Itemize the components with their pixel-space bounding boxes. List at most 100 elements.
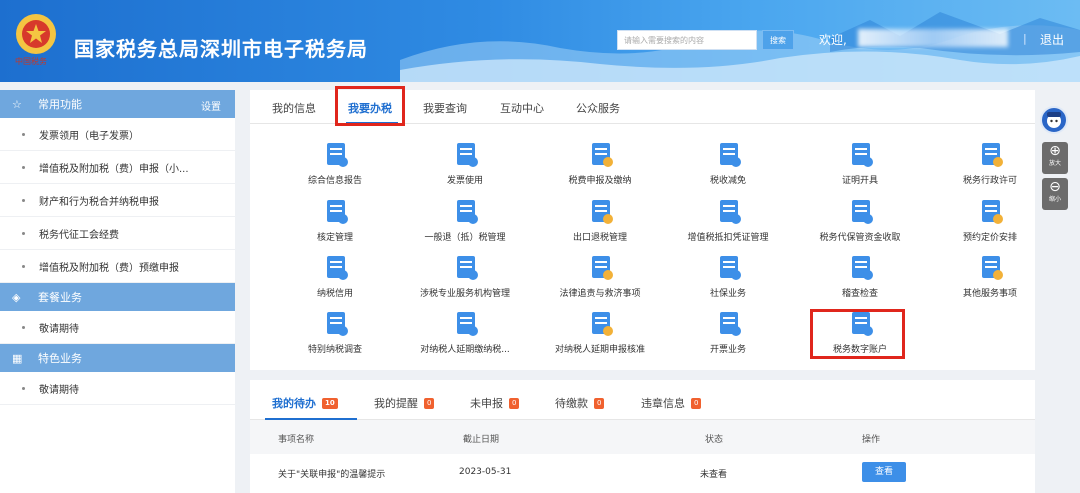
service-tile-label: 涉税专业服务机构管理 <box>419 289 510 299</box>
bullet-icon <box>22 325 25 329</box>
zoom-out-button[interactable]: ⊖ 缩小 <box>1042 178 1068 210</box>
service-tile[interactable]: 对纳税人延期申报核准 <box>540 309 660 364</box>
service-tile-label: 特别纳税调查 <box>307 345 362 355</box>
service-tile[interactable]: 对纳税人延期缴纳税... <box>405 309 525 364</box>
table-row: 关于"关联申报"的温馨提示 2023-05-31 未查看 查看 <box>250 454 1035 493</box>
tab-query[interactable]: 我要查询 <box>423 100 467 116</box>
tab-violations[interactable]: 违章信息 0 <box>641 395 702 411</box>
service-tile-label: 开票业务 <box>709 345 746 355</box>
service-tile[interactable]: 税务行政许可 <box>930 140 1050 195</box>
social-security-icon <box>720 256 741 280</box>
bullet-icon <box>22 198 25 202</box>
sidebar-item[interactable]: 敬请期待 <box>0 372 235 405</box>
calendar-icon <box>982 200 1003 224</box>
logo-caption: 中国税务 <box>15 57 47 66</box>
certificate-icon <box>852 143 873 167</box>
todo-tabs: 我的待办 10 我的提醒 0 未申报 0 待缴款 0 违章信息 0 <box>250 380 1035 420</box>
invoicing-icon <box>720 312 741 336</box>
sidebar-item[interactable]: 敬请期待 <box>0 311 235 344</box>
sidebar-item-label: 税务代征工会经费 <box>39 229 119 241</box>
sidebar-item[interactable]: 增值税及附加税（费）预缴申报 <box>0 250 235 283</box>
service-tile[interactable]: 一般退（抵）税管理 <box>405 197 525 252</box>
service-tile[interactable]: 开票业务 <box>668 309 788 364</box>
export-refund-icon <box>592 200 613 224</box>
service-tile[interactable]: 税费申报及缴纳 <box>540 140 660 195</box>
service-tile-label: 出口退税管理 <box>572 233 627 243</box>
sidebar-settings-link[interactable]: 设置 <box>201 98 221 113</box>
service-tile-label: 一般退（抵）税管理 <box>424 233 506 243</box>
tab-label: 我的提醒 <box>374 397 418 410</box>
service-tile-label: 税收减免 <box>709 176 746 186</box>
sidebar-item[interactable]: 财产和行为税合并纳税申报 <box>0 184 235 217</box>
tab-public-service[interactable]: 公众服务 <box>576 100 620 116</box>
heart-hand-icon <box>982 256 1003 280</box>
license-icon <box>982 143 1003 167</box>
service-tile[interactable]: 发票使用 <box>405 140 525 195</box>
refund-icon <box>457 200 478 224</box>
service-tile[interactable]: 证明开具 <box>800 140 920 195</box>
vat-voucher-icon <box>720 200 741 224</box>
todo-item-deadline: 2023-05-31 <box>459 467 512 477</box>
service-tile[interactable]: 涉税专业服务机构管理 <box>405 253 525 308</box>
service-tile[interactable]: 税收减免 <box>668 140 788 195</box>
tab-interaction[interactable]: 互动中心 <box>500 100 544 116</box>
sidebar-section-common[interactable]: ☆ 常用功能 设置 <box>0 90 235 118</box>
service-tile-label: 预约定价安排 <box>962 233 1017 243</box>
count-badge: 0 <box>509 397 520 409</box>
service-tile-label: 纳税信用 <box>316 289 353 299</box>
zoom-out-icon: ⊖ <box>1049 179 1061 195</box>
todo-item-name[interactable]: 关于"关联申报"的温馨提示 <box>278 467 385 480</box>
sidebar-item-label: 财产和行为税合并纳税申报 <box>39 196 159 208</box>
deferred-filing-icon <box>592 312 613 336</box>
service-tile-label: 税费申报及缴纳 <box>568 176 632 186</box>
service-tile[interactable]: 纳税信用 <box>275 253 395 308</box>
cube-icon: ◈ <box>12 290 21 304</box>
service-tile-label: 增值税抵扣凭证管理 <box>687 233 769 243</box>
service-tile[interactable]: 出口退税管理 <box>540 197 660 252</box>
tab-label: 待缴款 <box>555 397 588 410</box>
count-badge: 10 <box>322 397 338 409</box>
main-tabs: 我的信息 我要办税 我要查询 互动中心 公众服务 <box>250 86 1035 126</box>
payment-icon <box>592 143 613 167</box>
service-tile[interactable]: 核定管理 <box>275 197 395 252</box>
column-header: 操作 <box>862 435 881 445</box>
investigation-icon <box>327 312 348 336</box>
sidebar-item[interactable]: 税务代征工会经费 <box>0 217 235 250</box>
service-tile[interactable]: 法律追责与救济事项 <box>540 253 660 308</box>
service-tile[interactable]: 社保业务 <box>668 253 788 308</box>
sidebar-section-package[interactable]: ◈ 套餐业务 <box>0 283 235 311</box>
tab-not-declared[interactable]: 未申报 0 <box>470 395 520 411</box>
search-button[interactable]: 搜索 <box>762 30 794 50</box>
tab-my-info[interactable]: 我的信息 <box>272 100 316 116</box>
service-tile[interactable]: 综合信息报告 <box>275 140 395 195</box>
grid-icon: ▦ <box>12 351 23 365</box>
service-tile[interactable]: 税务代保管资金收取 <box>800 197 920 252</box>
service-tile[interactable]: 稽查检查 <box>800 253 920 308</box>
service-tile-label: 核定管理 <box>316 233 353 243</box>
service-tile-label: 证明开具 <box>841 176 878 186</box>
assistant-avatar[interactable] <box>1040 106 1068 134</box>
service-tile[interactable]: 其他服务事项 <box>930 253 1050 308</box>
credit-icon <box>327 256 348 280</box>
highlight-box <box>810 309 905 359</box>
tab-pending-payment[interactable]: 待缴款 0 <box>555 395 605 411</box>
sidebar-section-title: 常用功能 <box>38 98 82 111</box>
tab-label: 违章信息 <box>641 397 685 410</box>
header-separator: | <box>1023 32 1027 45</box>
sidebar-section-featured[interactable]: ▦ 特色业务 <box>0 344 235 372</box>
zoom-in-button[interactable]: ⊕ 放大 <box>1042 142 1068 174</box>
sidebar-item[interactable]: 增值税及附加税（费）申报（小... <box>0 151 235 184</box>
sidebar-item[interactable]: 发票领用（电子发票） <box>0 118 235 151</box>
invoice-icon <box>457 143 478 167</box>
service-tile[interactable]: 增值税抵扣凭证管理 <box>668 197 788 252</box>
search-input[interactable]: 请输入需要搜索的内容 <box>617 30 757 50</box>
service-tile[interactable]: 特别纳税调查 <box>275 309 395 364</box>
view-button[interactable]: 查看 <box>862 462 906 482</box>
service-tile-label: 稽查检查 <box>841 289 878 299</box>
service-tile[interactable]: 预约定价安排 <box>930 197 1050 252</box>
tab-my-reminders[interactable]: 我的提醒 0 <box>374 395 435 411</box>
tab-my-todo[interactable]: 我的待办 10 <box>272 395 338 411</box>
todo-panel: 我的待办 10 我的提醒 0 未申报 0 待缴款 0 违章信息 0 事项名称 截止日期 状… <box>250 380 1035 493</box>
service-tile-label: 其他服务事项 <box>962 289 1017 299</box>
logout-link[interactable]: 退出 <box>1040 31 1064 48</box>
